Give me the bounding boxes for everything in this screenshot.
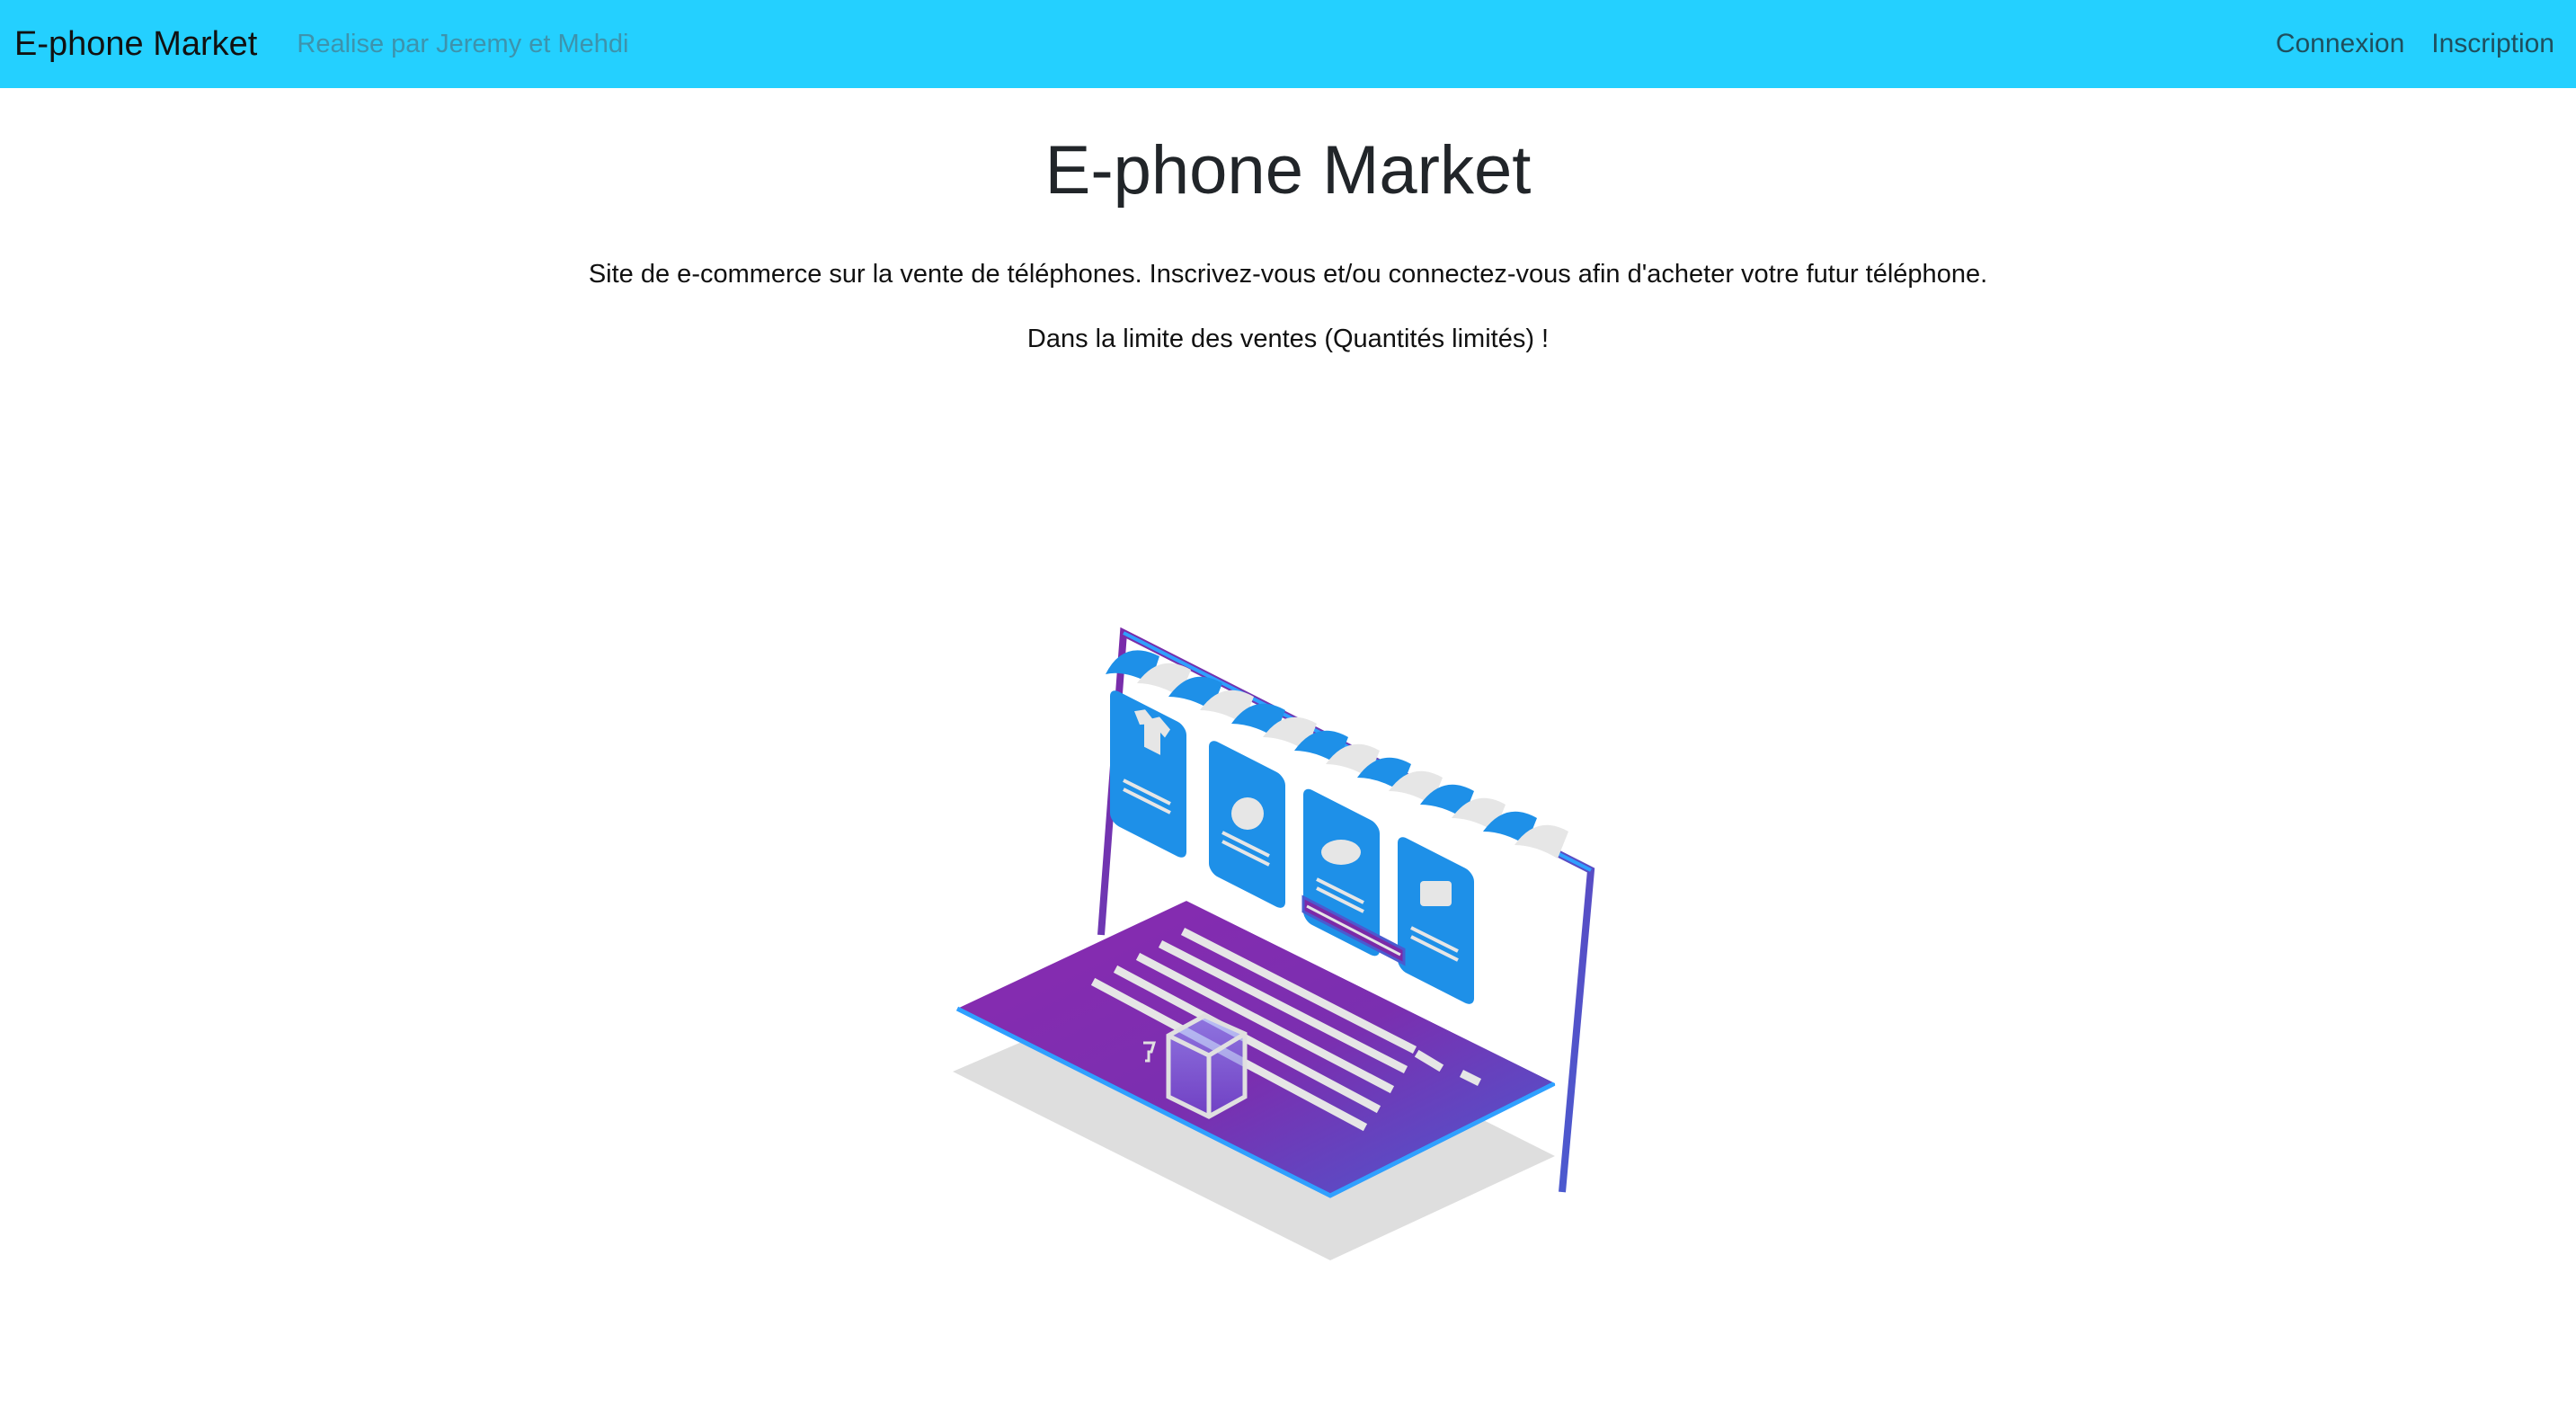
apple-icon	[1231, 797, 1264, 830]
page-title: E-phone Market	[1044, 132, 1532, 209]
brand-link[interactable]: E-phone Market	[14, 25, 257, 64]
navbar-subtitle: Realise par Jeremy et Mehdi	[297, 29, 629, 58]
nav-links: Connexion Inscription	[2276, 29, 2562, 59]
navbar: E-phone Market Realise par Jeremy et Meh…	[0, 0, 2576, 88]
cooking-pot-icon	[1321, 840, 1361, 865]
laptop-store-illustration	[953, 627, 1595, 1260]
login-link[interactable]: Connexion	[2276, 29, 2404, 59]
intro-text: Site de e-commerce sur la vente de télép…	[588, 260, 1988, 289]
main-content: E-phone Market Site de e-commerce sur la…	[0, 88, 2576, 357]
limit-note: Dans la limite des ventes (Quantités lim…	[1026, 324, 1550, 353]
signup-link[interactable]: Inscription	[2431, 29, 2554, 59]
telephone-icon	[1420, 881, 1452, 906]
